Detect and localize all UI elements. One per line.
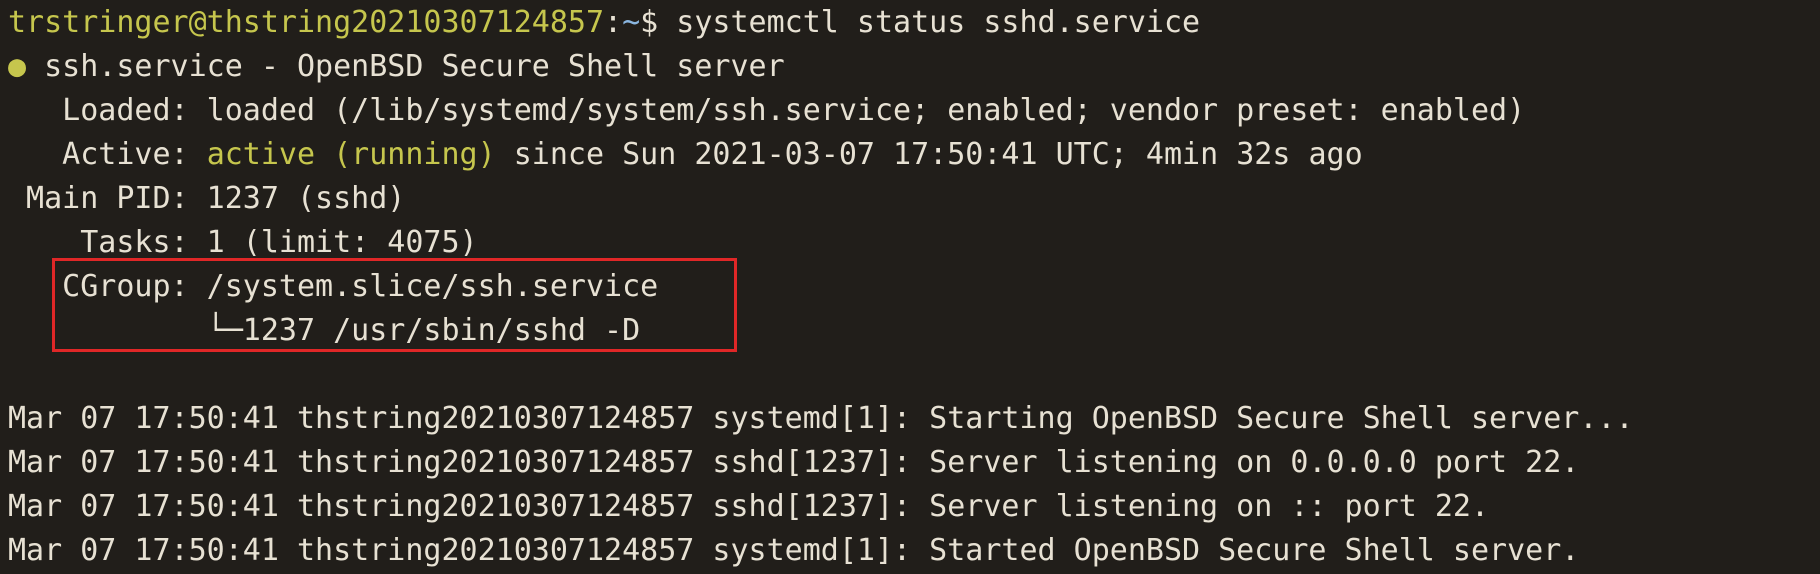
- log-line: Mar 07 17:50:41 thstring20210307124857 s…: [8, 533, 1580, 568]
- unit-line: ● ssh.service - OpenBSD Secure Shell ser…: [8, 45, 1820, 89]
- prompt-separator: :: [604, 5, 623, 40]
- prompt-symbol: $: [640, 5, 659, 40]
- active-label: Active:: [8, 137, 207, 172]
- log-line: Mar 07 17:50:41 thstring20210307124857 s…: [8, 489, 1490, 524]
- prompt-cwd: ~: [622, 5, 641, 40]
- loaded-line: Loaded: loaded (/lib/systemd/system/ssh.…: [8, 93, 1526, 128]
- active-state: active (running): [206, 137, 496, 172]
- main-pid-line: Main PID: 1237 (sshd): [8, 181, 406, 216]
- unit-title: ssh.service - OpenBSD Secure Shell serve…: [26, 49, 785, 84]
- active-line: Active: active (running) since Sun 2021-…: [8, 133, 1820, 177]
- status-bullet-icon: ●: [8, 49, 27, 84]
- log-line: Mar 07 17:50:41 thstring20210307124857 s…: [8, 445, 1580, 480]
- prompt-line: trstringer@thstring20210307124857:~$ sys…: [8, 1, 1820, 45]
- log-line: Mar 07 17:50:41 thstring20210307124857 s…: [8, 401, 1634, 436]
- prompt-command: systemctl status sshd.service: [658, 5, 1201, 40]
- prompt-user-host: trstringer@thstring20210307124857: [8, 5, 605, 40]
- cgroup-highlight-box: [52, 258, 737, 352]
- terminal-window[interactable]: trstringer@thstring20210307124857:~$ sys…: [0, 0, 1820, 574]
- active-since: since Sun 2021-03-07 17:50:41 UTC; 4min …: [495, 137, 1363, 172]
